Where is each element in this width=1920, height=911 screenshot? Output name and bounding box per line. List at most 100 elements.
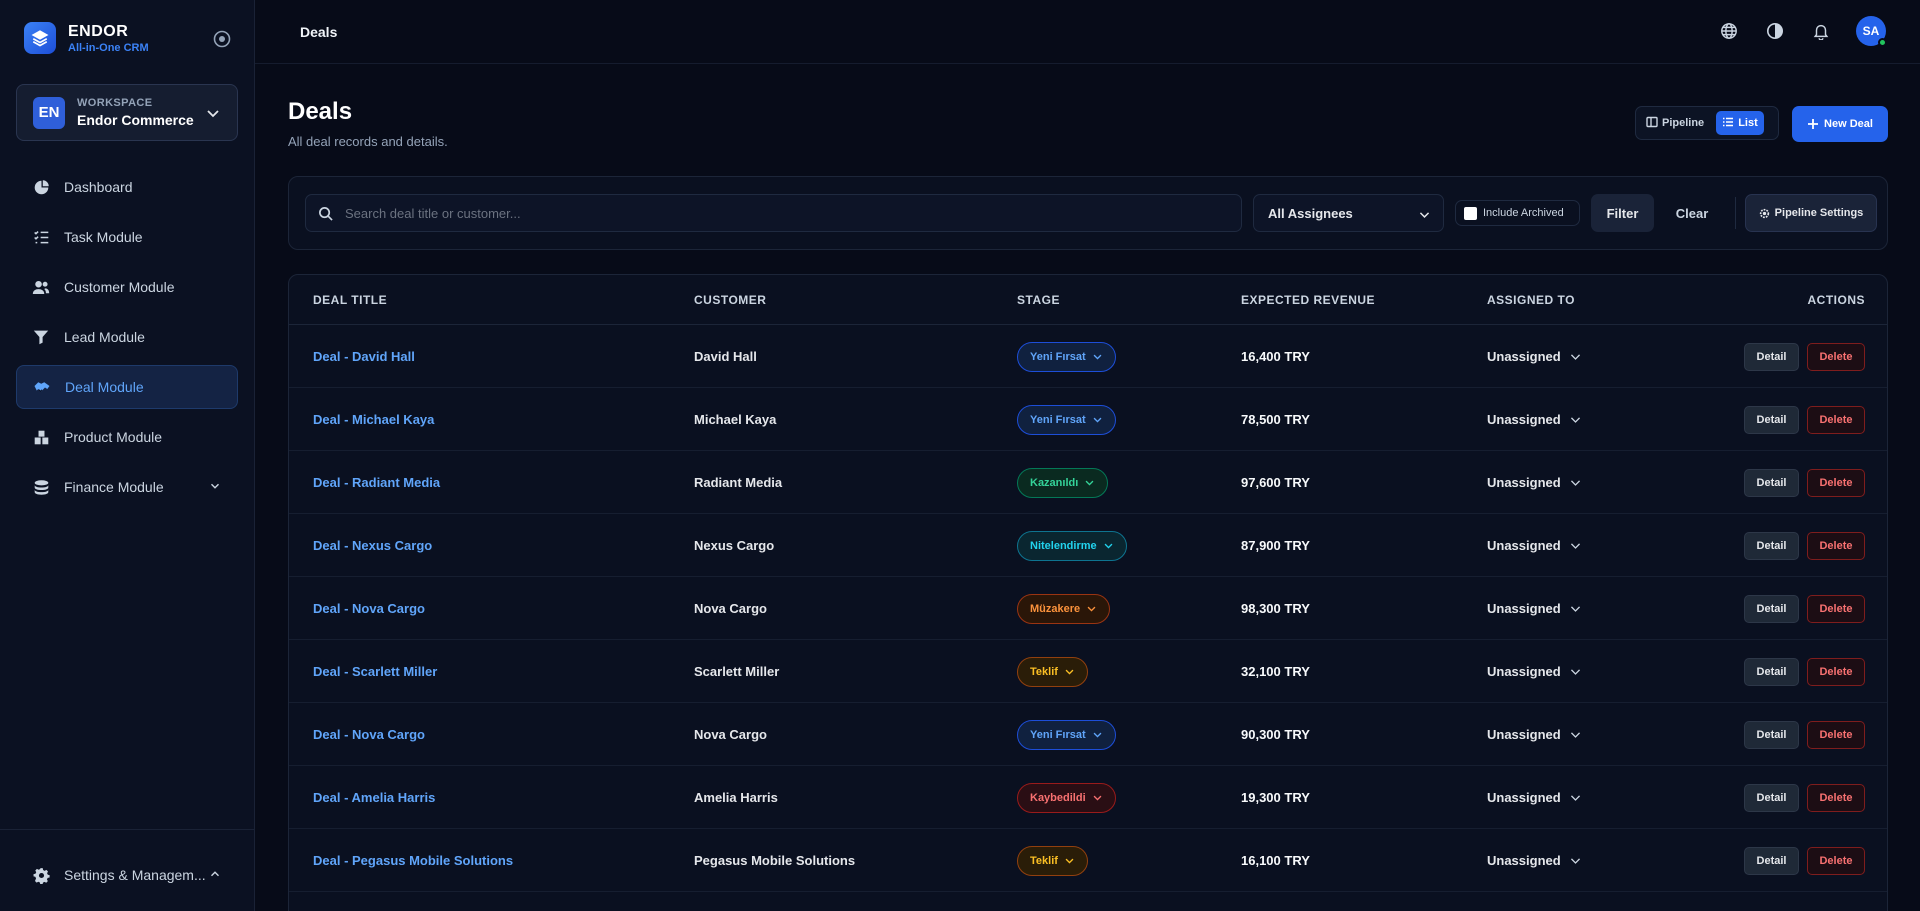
assigned-to-select[interactable]: Unassigned: [1487, 514, 1582, 577]
search-input[interactable]: Search deal title or customer...: [305, 194, 1242, 232]
sidebar-item-leads[interactable]: Lead Module: [16, 315, 238, 359]
assigned-to-select[interactable]: Unassigned: [1487, 829, 1582, 892]
sidebar-item-tasks[interactable]: Task Module: [16, 215, 238, 259]
deal-title-link[interactable]: Deal - Nexus Cargo: [313, 514, 432, 577]
detail-button[interactable]: Detail: [1744, 846, 1799, 875]
assigned-to-select[interactable]: Unassigned: [1487, 703, 1582, 766]
search-placeholder: Search deal title or customer...: [345, 205, 521, 221]
assignees-select[interactable]: All Assignees: [1253, 194, 1444, 232]
assigned-to-select[interactable]: Unassigned: [1487, 766, 1582, 829]
chevron-down-icon: [1569, 791, 1582, 804]
deal-title-link[interactable]: Deal - Scarlett Miller: [313, 640, 437, 703]
deal-title-link[interactable]: Deal - Pegasus Mobile Solutions: [313, 829, 513, 892]
column-header-expected-revenue: EXPECTED REVENUE: [1241, 293, 1376, 307]
delete-button[interactable]: Delete: [1807, 720, 1865, 749]
stage-badge[interactable]: Yeni Fırsat: [1017, 404, 1116, 435]
sidebar-collapse-icon[interactable]: [212, 29, 232, 49]
expected-revenue: 19,300 TRY: [1241, 790, 1310, 805]
brand: ENDOR All-in-One CRM: [0, 0, 254, 76]
stage-badge[interactable]: Kaybedildi: [1017, 782, 1116, 813]
detail-button[interactable]: Detail: [1744, 468, 1799, 497]
stage-badge[interactable]: Teklif: [1017, 656, 1088, 687]
sidebar-item-label: Dashboard: [64, 179, 133, 195]
delete-button[interactable]: Delete: [1807, 783, 1865, 812]
stage-label: Nitelendirme: [1030, 539, 1097, 552]
deal-title-link[interactable]: Deal - David Hall: [313, 325, 415, 388]
deal-title-link[interactable]: Deal - Nova Cargo: [313, 703, 425, 766]
sidebar-item-finance[interactable]: Finance Module: [16, 465, 238, 509]
include-archived-checkbox[interactable]: [1464, 206, 1477, 220]
deal-title-link[interactable]: Deal - Nova Cargo: [313, 577, 425, 640]
detail-button[interactable]: Detail: [1744, 594, 1799, 623]
deal-title-link[interactable]: Deal - Michael Kaya: [313, 388, 434, 451]
users-icon: [32, 278, 50, 296]
sidebar-item-dashboard[interactable]: Dashboard: [16, 165, 238, 209]
customer-name: Michael Kaya: [694, 412, 777, 427]
pipeline-view-button[interactable]: Pipeline: [1640, 111, 1710, 135]
stage-cell: Yeni Fırsat: [1017, 325, 1116, 388]
expected-revenue: 97,600 TRY: [1241, 475, 1310, 490]
assigned-to-value: Unassigned: [1487, 412, 1561, 427]
assigned-to-select[interactable]: Unassigned: [1487, 577, 1582, 640]
stage-cell: Kazanıldı: [1017, 451, 1109, 514]
assigned-to-select[interactable]: Unassigned: [1487, 640, 1582, 703]
sidebar-item-customers[interactable]: Customer Module: [16, 265, 238, 309]
delete-button[interactable]: Delete: [1807, 405, 1865, 434]
new-deal-button[interactable]: New Deal: [1792, 106, 1888, 142]
avatar-initials: SA: [1862, 24, 1880, 38]
delete-button[interactable]: Delete: [1807, 468, 1865, 497]
theme-toggle-icon[interactable]: [1764, 20, 1786, 42]
detail-button[interactable]: Detail: [1744, 720, 1799, 749]
filter-button[interactable]: Filter: [1591, 194, 1654, 232]
delete-button[interactable]: Delete: [1807, 846, 1865, 875]
chevron-down-icon: [1418, 208, 1431, 224]
list-view-button[interactable]: List: [1716, 111, 1764, 135]
bell-icon[interactable]: [1810, 20, 1832, 42]
deal-title-link[interactable]: Deal - Amelia Harris: [313, 766, 435, 829]
deal-title-link[interactable]: Deal - Radiant Media: [313, 451, 440, 514]
funnel-icon: [32, 328, 50, 346]
sidebar-item-deals[interactable]: Deal Module: [16, 365, 238, 409]
chevron-down-icon: [205, 105, 221, 126]
delete-button[interactable]: Delete: [1807, 531, 1865, 560]
delete-button[interactable]: Delete: [1807, 657, 1865, 686]
customer-name: Radiant Media: [694, 475, 783, 490]
stage-cell: Teklif: [1017, 829, 1088, 892]
stage-badge[interactable]: Yeni Fırsat: [1017, 341, 1116, 372]
assigned-to-value: Unassigned: [1487, 853, 1561, 868]
clear-button[interactable]: Clear: [1661, 194, 1723, 232]
assigned-to-select[interactable]: Unassigned: [1487, 388, 1582, 451]
detail-button[interactable]: Detail: [1744, 783, 1799, 812]
sidebar-item-settings[interactable]: Settings & Managem...: [16, 853, 238, 897]
detail-button[interactable]: Detail: [1744, 405, 1799, 434]
assigned-to-select[interactable]: Unassigned: [1487, 451, 1582, 514]
delete-button[interactable]: Delete: [1807, 342, 1865, 371]
assigned-to-select[interactable]: Unassigned: [1487, 325, 1582, 388]
stage-label: Müzakere: [1030, 602, 1081, 615]
include-archived-toggle[interactable]: Include Archived: [1455, 200, 1580, 226]
detail-button[interactable]: Detail: [1744, 342, 1799, 371]
pipeline-settings-button[interactable]: Pipeline Settings: [1745, 194, 1877, 232]
detail-button[interactable]: Detail: [1744, 531, 1799, 560]
stage-badge[interactable]: Yeni Fırsat: [1017, 719, 1116, 750]
globe-icon[interactable]: [1718, 20, 1740, 42]
chevron-down-icon: [1086, 603, 1097, 614]
chevron-down-icon: [1092, 729, 1103, 740]
stage-label: Yeni Fırsat: [1030, 350, 1086, 363]
row-actions: Detail Delete: [1744, 514, 1865, 577]
workspace-switcher[interactable]: EN WORKSPACE Endor Commerce: [16, 84, 238, 141]
sidebar-item-products[interactable]: Product Module: [16, 415, 238, 459]
table-row: Deal - Pegasus Mobile Solutions Pegasus M…: [289, 829, 1887, 892]
detail-button[interactable]: Detail: [1744, 657, 1799, 686]
stage-label: Teklif: [1030, 665, 1058, 678]
chevron-down-icon: [1569, 602, 1582, 615]
sidebar-item-label: Product Module: [64, 429, 163, 445]
customer-name: Pegasus Mobile Solutions: [694, 853, 856, 868]
user-avatar[interactable]: SA: [1856, 16, 1887, 47]
stage-badge[interactable]: Kazanıldı: [1017, 467, 1109, 498]
stage-badge[interactable]: Teklif: [1017, 845, 1088, 876]
delete-button[interactable]: Delete: [1807, 594, 1865, 623]
column-header-actions: ACTIONS: [1807, 293, 1865, 307]
stage-badge[interactable]: Müzakere: [1017, 593, 1111, 624]
stage-badge[interactable]: Nitelendirme: [1017, 530, 1127, 561]
